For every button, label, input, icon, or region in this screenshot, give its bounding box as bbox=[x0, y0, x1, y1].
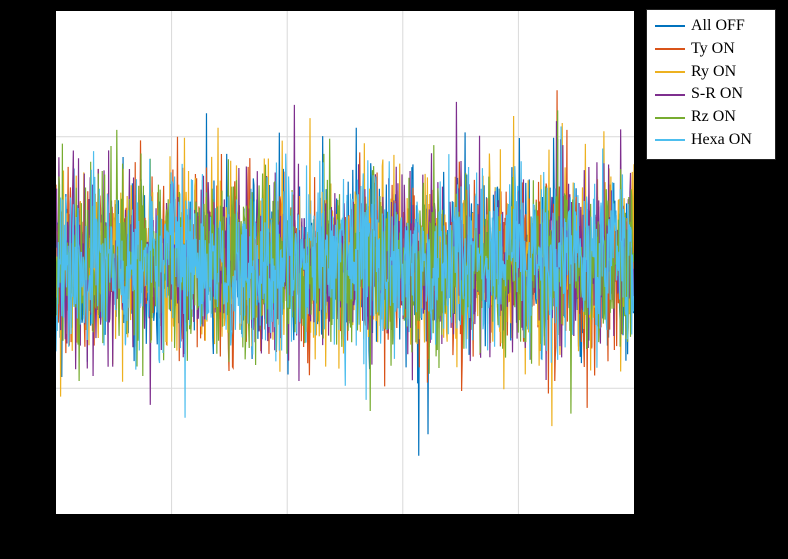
legend-swatch bbox=[655, 117, 685, 119]
legend-item: Ry ON bbox=[655, 62, 767, 83]
legend-item: All OFF bbox=[655, 16, 767, 37]
legend-label: Ty ON bbox=[691, 39, 735, 60]
legend-label: S-R ON bbox=[691, 84, 743, 105]
legend-item: Ty ON bbox=[655, 39, 767, 60]
legend-swatch bbox=[655, 94, 685, 96]
legend-swatch bbox=[655, 48, 685, 50]
legend-label: Rz ON bbox=[691, 107, 736, 128]
legend-item: S-R ON bbox=[655, 84, 767, 105]
legend-swatch bbox=[655, 25, 685, 27]
plot-area bbox=[55, 10, 635, 515]
chart-container: All OFFTy ONRy ONS-R ONRz ONHexa ON bbox=[0, 0, 788, 559]
noise-plot-svg bbox=[56, 11, 634, 514]
legend-swatch bbox=[655, 71, 685, 73]
legend: All OFFTy ONRy ONS-R ONRz ONHexa ON bbox=[646, 9, 776, 160]
legend-item: Hexa ON bbox=[655, 130, 767, 151]
legend-label: Ry ON bbox=[691, 62, 736, 83]
legend-label: All OFF bbox=[691, 16, 745, 37]
legend-label: Hexa ON bbox=[691, 130, 752, 151]
legend-item: Rz ON bbox=[655, 107, 767, 128]
legend-swatch bbox=[655, 139, 685, 141]
